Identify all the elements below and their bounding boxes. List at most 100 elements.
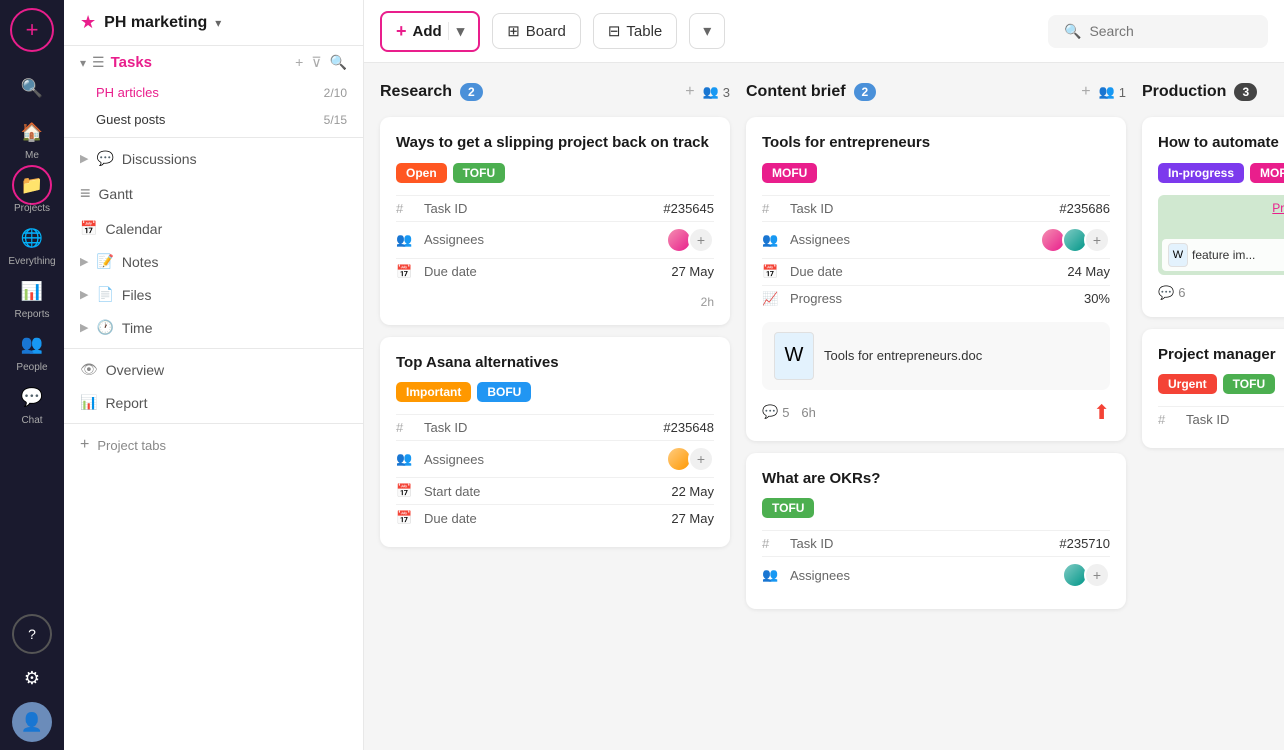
user-avatar[interactable]: 👤 [12, 702, 52, 742]
sidebar-item-calendar[interactable]: 📅 Calendar [64, 212, 363, 245]
sidebar-item-gantt[interactable]: ≡ Gantt [64, 175, 363, 212]
sidebar-item-me[interactable]: 🏠 Me [12, 112, 52, 161]
table-label: Table [626, 23, 662, 40]
table-icon: ⊟ [608, 22, 621, 40]
hash-icon: # [762, 201, 782, 216]
sidebar-item-reports[interactable]: 📊 Reports [12, 271, 52, 320]
doc-name: Tools for entrepreneurs.doc [824, 348, 982, 363]
calendar-icon: 📅 [396, 510, 416, 526]
field-label: Start date [424, 484, 663, 499]
sidebar-item-help[interactable]: ? [12, 614, 52, 654]
me-icon[interactable]: 🏠 [12, 112, 52, 152]
subtask-guest-posts[interactable]: Guest posts 5/15 [64, 106, 363, 133]
overview-label: Overview [106, 362, 347, 378]
add-button[interactable]: + Add ▾ [380, 11, 480, 52]
sidebar-item-projects[interactable]: 📁 Projects [12, 165, 52, 214]
subtask-ph-articles[interactable]: PH articles 2/10 [64, 79, 363, 106]
add-assignee-button[interactable]: + [688, 227, 714, 253]
notes-icon: 📝 [96, 253, 113, 270]
comment-number: 5 [782, 405, 789, 420]
sidebar-item-everything[interactable]: 🌐 Everything [8, 218, 55, 267]
table-view-button[interactable]: ⊟ Table [593, 13, 677, 49]
add-label: Add [413, 23, 442, 40]
card-bottom: 💬 6 [1158, 285, 1284, 301]
add-card-icon[interactable]: + [1081, 83, 1090, 101]
card-how-to-automate[interactable]: How to automate In-progress MOFU W featu… [1142, 117, 1284, 317]
calendar-icon: 📅 [396, 483, 416, 499]
sidebar-item-discussions[interactable]: ▶ 💬 Discussions [64, 142, 363, 175]
column-title: Content brief [746, 83, 846, 101]
search-icon[interactable]: 🔍 [12, 68, 52, 108]
sidebar-item-overview[interactable]: 👁 Overview [64, 353, 363, 386]
add-task-icon[interactable]: + [295, 54, 303, 71]
card-tools-entrepreneurs[interactable]: Tools for entrepreneurs MOFU # Task ID #… [746, 117, 1126, 441]
progress-value: 30% [1084, 291, 1110, 306]
project-title: PH marketing [104, 14, 207, 32]
field-label: Due date [790, 264, 1059, 279]
card-title: Top Asana alternatives [396, 353, 714, 373]
search-bar[interactable]: 🔍 [1048, 15, 1268, 48]
assignee-number: 1 [1119, 85, 1126, 100]
column-title: Research [380, 83, 452, 101]
reports-icon[interactable]: 📊 [12, 271, 52, 311]
discussions-icon: 💬 [96, 150, 113, 167]
add-assignee-button[interactable]: + [688, 446, 714, 472]
search-tasks-icon[interactable]: 🔍 [330, 54, 347, 71]
board-label: Board [526, 23, 566, 40]
task-id-value: #235645 [663, 201, 714, 216]
gantt-icon: ≡ [80, 183, 91, 204]
people-icon[interactable]: 👥 [12, 324, 52, 364]
sidebar-item-notes[interactable]: ▶ 📝 Notes [64, 245, 363, 278]
subtask-count: 2/10 [324, 86, 347, 100]
settings-icon[interactable]: ⚙ [12, 658, 52, 698]
sidebar-item-people[interactable]: 👥 People [12, 324, 52, 373]
gantt-label: Gantt [99, 186, 347, 202]
proof-this-link[interactable]: Proof this [1272, 201, 1284, 215]
add-card-icon[interactable]: + [685, 83, 694, 101]
sidebar: ★ PH marketing ▾ ▾ ☰ Tasks + ⊽ 🔍 PH arti… [64, 0, 364, 750]
field-label: Assignees [424, 452, 658, 467]
filter-icon[interactable]: ⊽ [311, 54, 321, 71]
projects-icon[interactable]: 📁 [12, 165, 52, 205]
card-slipping-project[interactable]: Ways to get a slipping project back on t… [380, 117, 730, 325]
help-icon[interactable]: ? [12, 614, 52, 654]
add-assignee-button[interactable]: + [1084, 227, 1110, 253]
everything-icon[interactable]: 🌐 [12, 218, 52, 258]
doc-icon: W [1168, 243, 1188, 267]
assignees-field: 👥 Assignees + [762, 221, 1110, 258]
field-label: Task ID [424, 420, 655, 435]
sidebar-item-search[interactable]: 🔍 [12, 68, 52, 108]
sidebar-item-chat[interactable]: 💬 Chat [12, 377, 52, 426]
column-badge: 3 [1234, 83, 1257, 101]
add-project-tabs[interactable]: + Project tabs [64, 428, 363, 462]
board-area: Research 2 + 👥 3 Ways to get a slipping … [364, 63, 1284, 750]
board-view-button[interactable]: ⊞ Board [492, 13, 581, 49]
subtask-label: PH articles [96, 85, 318, 100]
due-date-field: 📅 Due date 27 May [396, 504, 714, 531]
file-thumbnails: W feature im... Proof this W how to aut.… [1158, 195, 1284, 275]
tag-bofu: BOFU [477, 382, 531, 402]
chat-icon[interactable]: 💬 [12, 377, 52, 417]
column-title: Production [1142, 83, 1226, 101]
people-label: People [16, 362, 47, 373]
card-asana-alternatives[interactable]: Top Asana alternatives Important BOFU # … [380, 337, 730, 548]
card-okrs[interactable]: What are OKRs? TOFU # Task ID #235710 👥 … [746, 453, 1126, 610]
tasks-section-header[interactable]: ▾ ☰ Tasks + ⊽ 🔍 [64, 46, 363, 79]
field-label: Due date [424, 511, 663, 526]
task-id-field: # Task ID #235710 [762, 530, 1110, 556]
assignee-icon: 👥 [396, 232, 416, 248]
sidebar-item-files[interactable]: ▶ 📄 Files [64, 278, 363, 311]
due-date-value: 24 May [1067, 264, 1110, 279]
project-header[interactable]: ★ PH marketing ▾ [64, 0, 363, 46]
sidebar-item-settings[interactable]: ⚙ [12, 658, 52, 698]
search-input[interactable] [1089, 23, 1239, 39]
sidebar-item-report[interactable]: 📊 Report [64, 386, 363, 419]
global-add-button[interactable]: + [10, 8, 54, 52]
add-assignee-button[interactable]: + [1084, 562, 1110, 588]
more-views-button[interactable]: ▾ [689, 13, 725, 49]
icon-bar: + 🔍 🏠 Me 📁 Projects 🌐 Everything 📊 Repor… [0, 0, 64, 750]
card-title: Ways to get a slipping project back on t… [396, 133, 714, 153]
sidebar-item-time[interactable]: ▶ 🕐 Time [64, 311, 363, 344]
card-project-manager[interactable]: Project manager Urgent TOFU # Task ID [1142, 329, 1284, 449]
assignees-field: 👥 Assignees + [396, 440, 714, 477]
